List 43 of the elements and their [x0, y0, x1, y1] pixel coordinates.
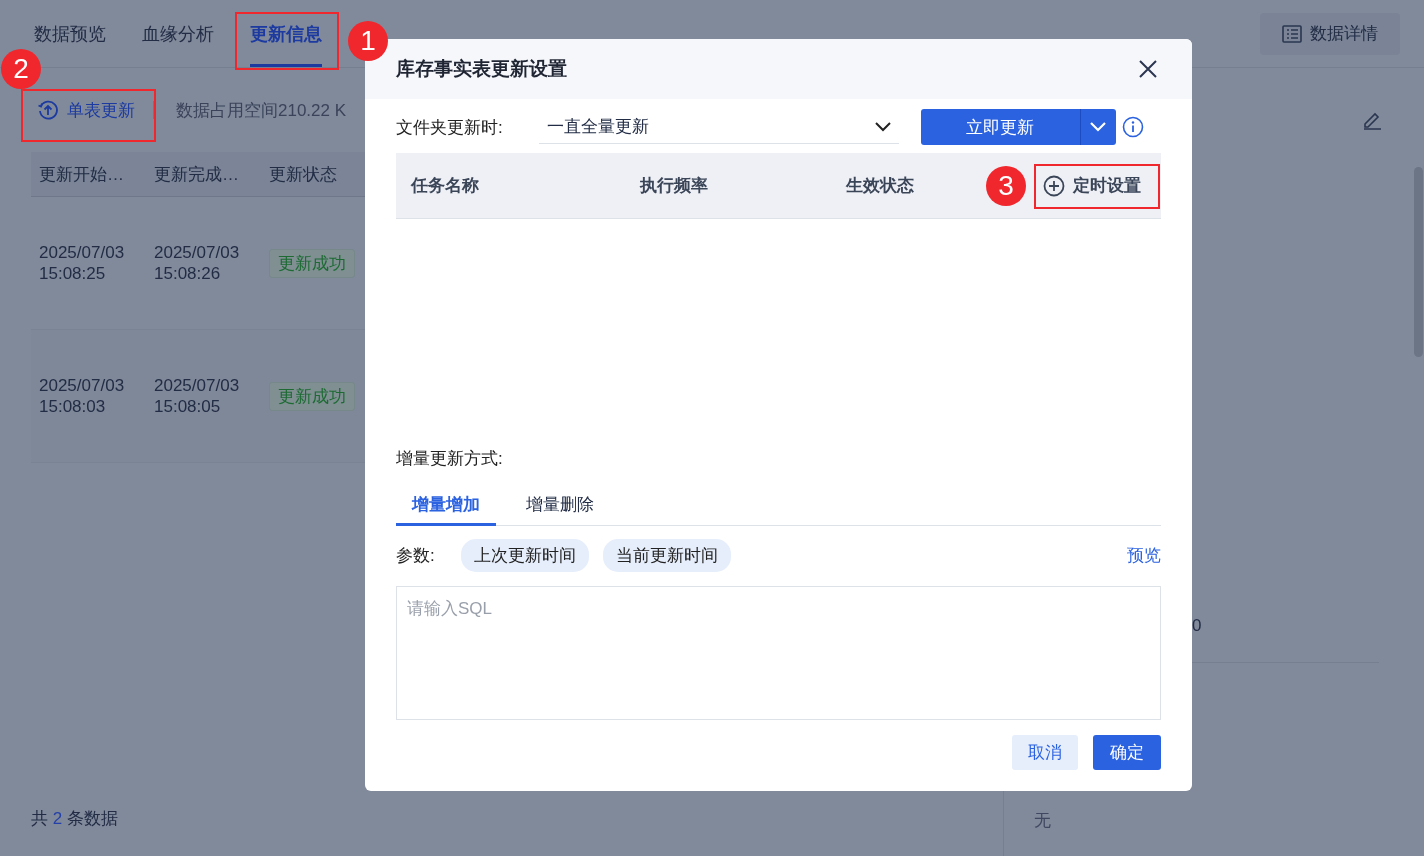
chevron-down-icon [1090, 122, 1107, 132]
parameter-chip[interactable]: 当前更新时间 [602, 538, 731, 572]
schedule-settings-button[interactable]: 定时设置 [1037, 173, 1147, 198]
table-cell-text: 2025/07/03 15:08:26 [154, 242, 241, 284]
field-label: 增量更新方式: [396, 448, 504, 470]
column-header: 任务名称 [411, 175, 479, 197]
field-label: 参数: [396, 544, 435, 567]
details-button[interactable]: 数据详情 [1260, 12, 1400, 55]
tab[interactable]: 增量增加 [396, 486, 496, 526]
field-value: 无 [1034, 810, 1051, 832]
dropdown-button[interactable] [1079, 109, 1116, 145]
table-cell-text: 2025/07/03 15:08:25 [39, 242, 126, 284]
status-tag: 更新成功 [269, 381, 355, 411]
close-icon[interactable] [1139, 60, 1157, 78]
cancel-button[interactable]: 取消 [1012, 735, 1078, 770]
dialog-title: 库存事实表更新设置 [396, 57, 567, 81]
page-tab[interactable]: 更新信息 [250, 0, 322, 67]
column-header: 执行频率 [640, 175, 708, 197]
confirm-button[interactable]: 确定 [1093, 735, 1161, 770]
plus-circle-icon [1043, 174, 1065, 197]
page-tab[interactable]: 血缘分析 [142, 0, 214, 67]
update-mode-select[interactable]: 一直全量更新 [538, 110, 899, 144]
column-header: 更新完成… [154, 163, 240, 186]
storage-info: 数据占用空间210.22 K [176, 99, 347, 122]
column-header: 更新状态 [269, 163, 338, 186]
chevron-down-icon [874, 121, 891, 132]
field-label: 文件夹更新时: [396, 116, 503, 139]
field-value: 0 [1192, 616, 1202, 636]
list-icon [1282, 24, 1302, 43]
single-table-update-button[interactable]: 单表更新 [31, 98, 141, 122]
table-cell-text: 2025/07/03 15:08:03 [39, 375, 126, 417]
update-now-button[interactable]: 立即更新 [920, 109, 1080, 145]
status-tag: 更新成功 [269, 248, 355, 278]
tab[interactable]: 增量删除 [510, 486, 610, 526]
table-cell-text: 2025/07/03 15:08:05 [154, 375, 241, 417]
column-header: 生效状态 [846, 175, 914, 197]
parameter-chip[interactable]: 上次更新时间 [460, 538, 589, 572]
upload-circle-icon [37, 99, 59, 121]
info-icon[interactable] [1121, 116, 1144, 138]
column-header: 更新开始… [39, 163, 125, 186]
preview-link[interactable]: 预览 [1127, 543, 1161, 567]
sql-input-field[interactable]: 请输入SQL [396, 586, 1161, 720]
record-count: 共 2 条数据 [31, 808, 119, 830]
